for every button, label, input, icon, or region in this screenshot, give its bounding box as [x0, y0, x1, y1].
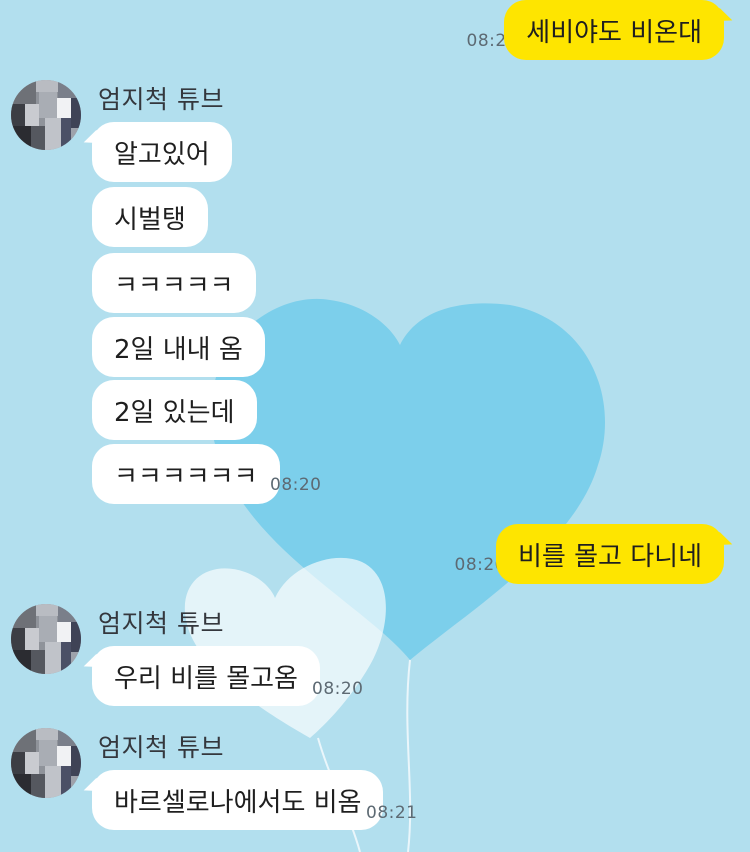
incoming-message-bubble[interactable]: ㅋㅋㅋㅋㅋ [92, 253, 256, 313]
chat-room[interactable]: 08:20 세비야도 비온대 엄지척 튜브 알고있어 시벌탱 ㅋㅋㅋㅋㅋ 2일 … [0, 0, 750, 852]
outgoing-message-bubble[interactable]: 세비야도 비온대 [504, 0, 724, 60]
sender-name: 엄지척 튜브 [98, 85, 224, 114]
incoming-message-bubble[interactable]: 2일 내내 옴 [92, 317, 265, 377]
pixelated-avatar-icon [11, 80, 81, 150]
sender-name: 엄지척 튜브 [98, 609, 224, 638]
incoming-message-bubble[interactable]: 2일 있는데 [92, 380, 257, 440]
avatar[interactable] [11, 728, 81, 798]
sender-name: 엄지척 튜브 [98, 733, 224, 762]
message-time: 08:21 [366, 803, 418, 823]
message-time: 08:20 [312, 679, 364, 699]
incoming-message-bubble[interactable]: 시벌탱 [92, 187, 208, 247]
outgoing-message-bubble[interactable]: 비를 몰고 다니네 [496, 524, 724, 584]
incoming-message-bubble[interactable]: 바르셀로나에서도 비옴 [92, 770, 384, 830]
avatar[interactable] [11, 80, 81, 150]
pixelated-avatar-icon [11, 604, 81, 674]
avatar[interactable] [11, 604, 81, 674]
incoming-message-bubble[interactable]: 알고있어 [92, 122, 232, 182]
incoming-message-bubble[interactable]: 우리 비를 몰고옴 [92, 646, 320, 706]
message-time: 08:20 [270, 475, 322, 495]
incoming-message-bubble[interactable]: ㅋㅋㅋㅋㅋㅋ [92, 444, 280, 504]
pixelated-avatar-icon [11, 728, 81, 798]
balloon-string [406, 659, 412, 852]
